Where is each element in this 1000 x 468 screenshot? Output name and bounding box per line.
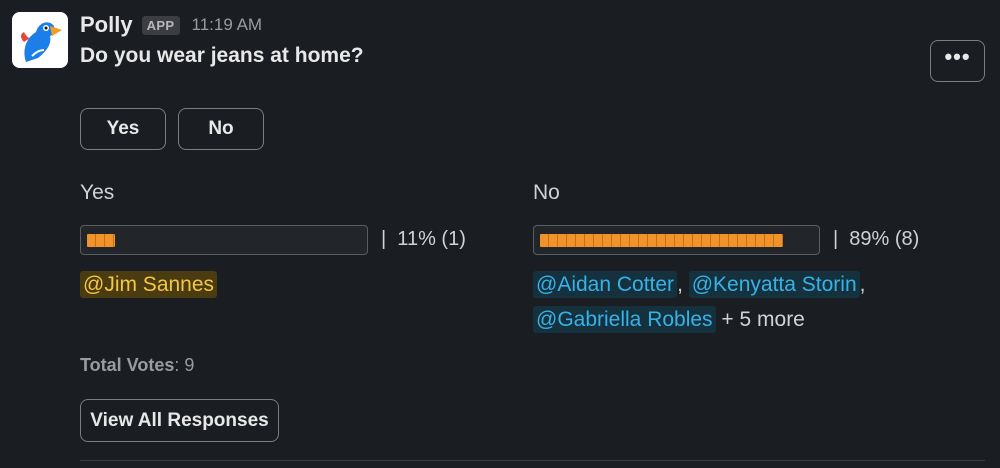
more-actions-button[interactable]: •••	[930, 40, 985, 82]
option-label-yes: Yes	[80, 181, 115, 204]
result-bar-fill-no	[540, 234, 783, 247]
vote-yes-button[interactable]: Yes	[80, 108, 166, 150]
voter-mention[interactable]: @Aidan Cotter	[533, 271, 678, 298]
result-bar-no	[533, 225, 820, 255]
separator-comma: ,	[859, 273, 866, 296]
total-votes-value: : 9	[174, 355, 195, 375]
vote-no-button[interactable]: No	[178, 108, 264, 150]
result-percent-no: | 89% (8)	[833, 228, 920, 250]
more-voters-link[interactable]: + 5 more	[721, 308, 804, 331]
voters-yes: @Jim Sannes	[80, 267, 500, 302]
result-bar-fill-yes	[87, 234, 115, 247]
voter-mention[interactable]: @Kenyatta Storin	[688, 271, 860, 298]
voter-mention[interactable]: @Gabriella Robles	[533, 306, 716, 333]
message-header: Polly APP 11:19 AM	[80, 11, 262, 39]
timestamp[interactable]: 11:19 AM	[192, 15, 263, 35]
voter-mention[interactable]: @Jim Sannes	[80, 271, 218, 298]
total-votes: Total Votes: 9	[80, 355, 194, 376]
voters-no: @Aidan Cotter, @Kenyatta Storin, @Gabrie…	[533, 267, 953, 337]
result-bar-yes	[80, 225, 368, 255]
poll-question: Do you wear jeans at home?	[80, 44, 364, 67]
divider	[80, 460, 985, 461]
result-percent-yes: | 11% (1)	[381, 228, 466, 250]
separator-comma: ,	[677, 273, 689, 296]
total-votes-label: Total Votes	[80, 355, 175, 375]
polly-avatar-icon[interactable]	[12, 12, 68, 68]
option-label-no: No	[533, 181, 560, 204]
app-badge: APP	[141, 15, 180, 35]
view-all-responses-button[interactable]: View All Responses	[80, 399, 279, 442]
app-name[interactable]: Polly	[80, 12, 133, 38]
